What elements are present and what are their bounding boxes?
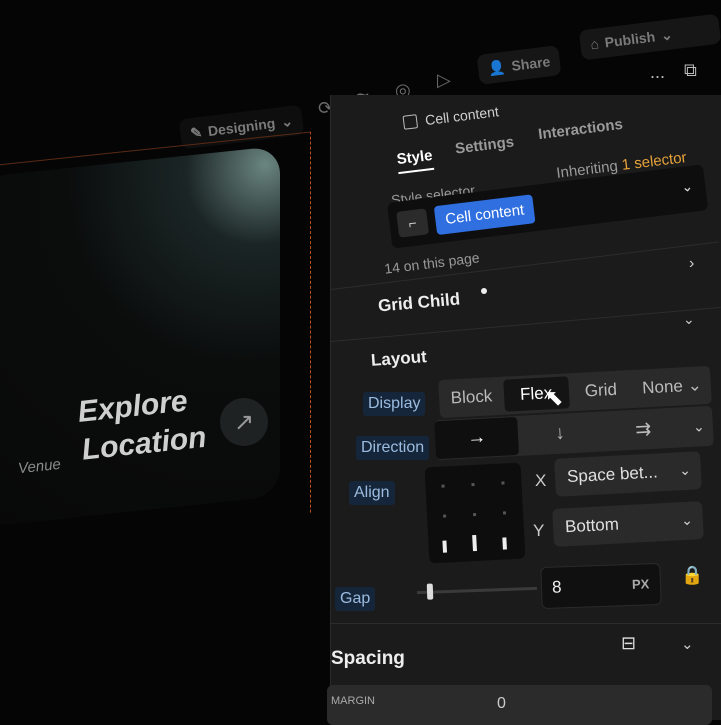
chevron-down-icon: ⌄ (280, 112, 294, 130)
modified-dot (481, 288, 487, 294)
align-dot (441, 484, 445, 488)
element-header: Cell content (402, 103, 500, 131)
spacing-box-icon[interactable]: ⊟ (621, 633, 636, 654)
align-y-dropdown[interactable]: Bottom ⌄ (552, 501, 704, 547)
chevron-down-icon[interactable]: ⌄ (684, 417, 713, 435)
rocket-icon: ⌂ (589, 35, 600, 53)
selector-element-icon: ⌐ (396, 208, 430, 238)
align-dot (502, 511, 507, 515)
display-option-grid[interactable]: Grid (568, 379, 634, 402)
grid-child-title: Grid Child (377, 289, 461, 316)
canvas-selected-element[interactable] (0, 131, 311, 550)
align-dot (443, 514, 447, 518)
alignment-grid[interactable] (424, 462, 526, 564)
element-box-icon (402, 114, 419, 130)
display-option-none-label: None (641, 376, 684, 398)
chevron-down-icon: ⌄ (659, 25, 674, 44)
layout-title: Layout (370, 347, 428, 370)
selector-chip[interactable]: Cell content (433, 194, 536, 236)
align-dot (501, 481, 505, 485)
arrow-up-right-icon[interactable]: ↗ (220, 398, 268, 446)
top-toolbar: ✎ Designing ⌄ (150, 0, 721, 150)
align-bar (442, 540, 448, 553)
display-label[interactable]: Display (363, 392, 426, 416)
chevron-down-icon[interactable]: ⌄ (683, 311, 695, 328)
direction-row-option[interactable]: → (434, 416, 520, 460)
align-dot (471, 482, 475, 487)
align-x-label: X (535, 471, 547, 490)
selector-field[interactable]: ⌐ Cell content ⌄ (387, 164, 709, 249)
display-option-none[interactable]: None ⌄ (633, 375, 712, 399)
align-y-value: Bottom (564, 514, 620, 537)
align-x-dropdown[interactable]: Space bet... ⌄ (554, 451, 702, 497)
margin-top-value[interactable]: 0 (497, 695, 506, 713)
chevron-down-icon: ⌄ (678, 461, 692, 479)
align-y-label: Y (533, 521, 545, 540)
align-bar (502, 537, 507, 550)
more-icon[interactable]: ... (650, 62, 665, 83)
gap-slider-track[interactable] (416, 583, 538, 600)
align-bar (472, 534, 477, 552)
chevron-down-icon[interactable]: ⌄ (680, 178, 694, 196)
publish-label: Publish (603, 28, 656, 51)
box-plus-icon[interactable]: ⧉ (684, 60, 697, 81)
direction-label[interactable]: Direction (356, 436, 430, 460)
chevron-right-icon[interactable]: › (689, 255, 694, 273)
preview-play-icon[interactable]: ▷ (437, 70, 451, 91)
gap-input[interactable]: 8 PX (540, 562, 662, 610)
mouse-cursor-icon: ⬉ (545, 385, 564, 410)
tab-interactions[interactable]: Interactions (537, 116, 623, 143)
chevron-down-icon: ⌄ (680, 511, 694, 529)
direction-wrap-option[interactable]: ⇉ (601, 416, 685, 443)
chevron-down-icon[interactable]: ⌄ (681, 635, 694, 653)
align-x-value: Space bet... (566, 462, 659, 487)
margin-box[interactable]: MARGIN 0 (327, 685, 712, 725)
tab-settings[interactable]: Settings (454, 133, 515, 157)
style-panel: Cell content Style Settings Interactions… (327, 95, 721, 725)
user-icon: 👤 (487, 58, 507, 77)
gap-unit[interactable]: PX (632, 576, 650, 592)
gap-label[interactable]: Gap (335, 587, 376, 611)
brush-icon: ✎ (189, 123, 203, 141)
gap-value: 8 (551, 577, 562, 597)
display-option-block[interactable]: Block (439, 386, 505, 409)
lock-icon[interactable]: 🔒 (681, 565, 703, 586)
direction-column-option[interactable]: ↓ (518, 421, 602, 447)
element-name: Cell content (424, 103, 500, 129)
spacing-title: Spacing (331, 648, 405, 669)
align-label[interactable]: Align (349, 481, 395, 505)
margin-label: MARGIN (331, 695, 375, 707)
tab-style[interactable]: Style (395, 146, 435, 175)
align-dot (473, 512, 477, 517)
divider (331, 623, 721, 624)
gap-slider-thumb[interactable] (426, 583, 434, 600)
share-label: Share (510, 53, 552, 74)
